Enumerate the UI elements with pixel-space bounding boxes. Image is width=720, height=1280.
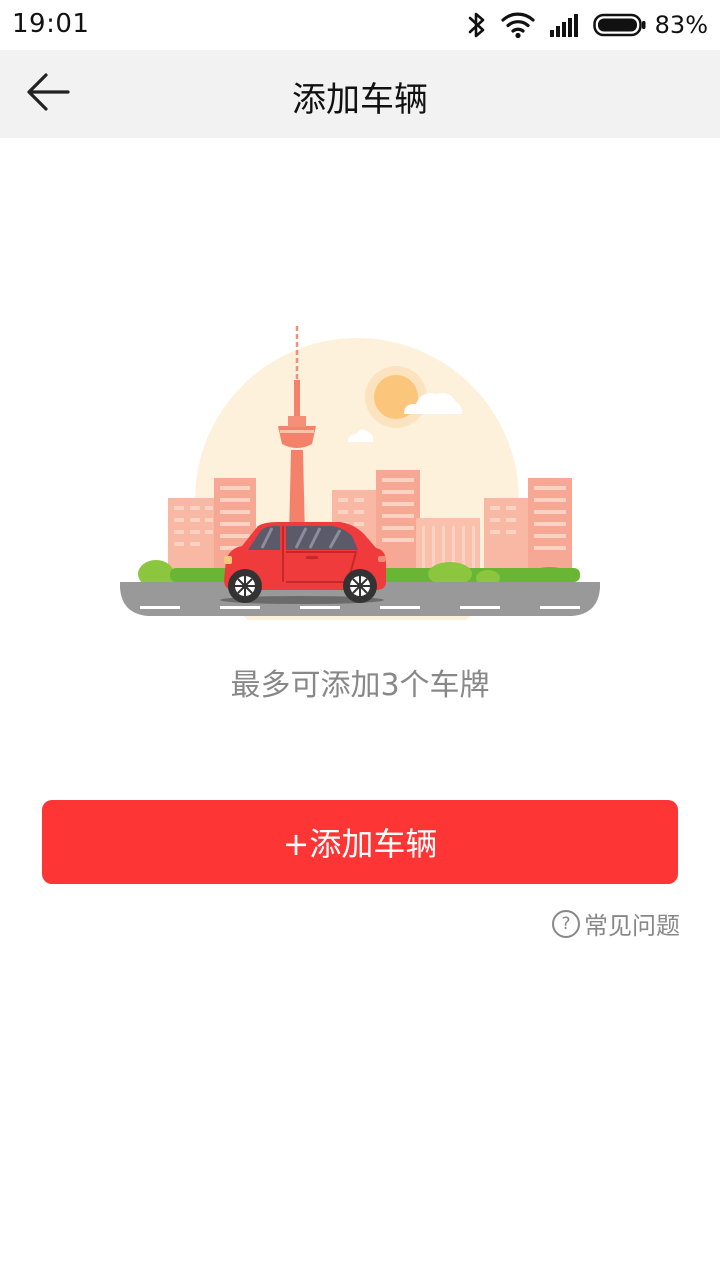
- screen: 19:01 83% 添加车辆 最多可添加3个车牌 +添加车辆 ? 常见问题: [0, 0, 720, 1280]
- building-right-2: [528, 478, 572, 580]
- signal-icon: [549, 12, 579, 38]
- tower-pod: [278, 426, 316, 448]
- add-vehicle-button[interactable]: +添加车辆: [42, 800, 678, 884]
- page-title: 添加车辆: [292, 80, 428, 120]
- building-left-1: [168, 498, 218, 580]
- battery-status: 83%: [592, 11, 708, 39]
- tower-spire: [294, 380, 300, 420]
- tower-pod-top: [288, 416, 306, 427]
- max-plates-hint: 最多可添加3个车牌: [230, 668, 490, 703]
- faq-label: 常见问题: [584, 912, 680, 940]
- status-bar: 19:01 83%: [0, 0, 720, 50]
- status-time: 19:01: [12, 9, 90, 39]
- status-icons: 83%: [467, 8, 708, 42]
- faq-link[interactable]: ? 常见问题: [552, 906, 680, 941]
- question-circle-icon: ?: [552, 909, 580, 938]
- bluetooth-icon: [467, 10, 487, 40]
- battery-percent: 83%: [654, 11, 708, 39]
- battery-icon: [592, 13, 647, 37]
- building-right-1: [484, 498, 532, 580]
- nav-bar: 添加车辆: [0, 50, 720, 138]
- wifi-icon: [501, 11, 535, 39]
- car-city-illustration: [110, 320, 610, 662]
